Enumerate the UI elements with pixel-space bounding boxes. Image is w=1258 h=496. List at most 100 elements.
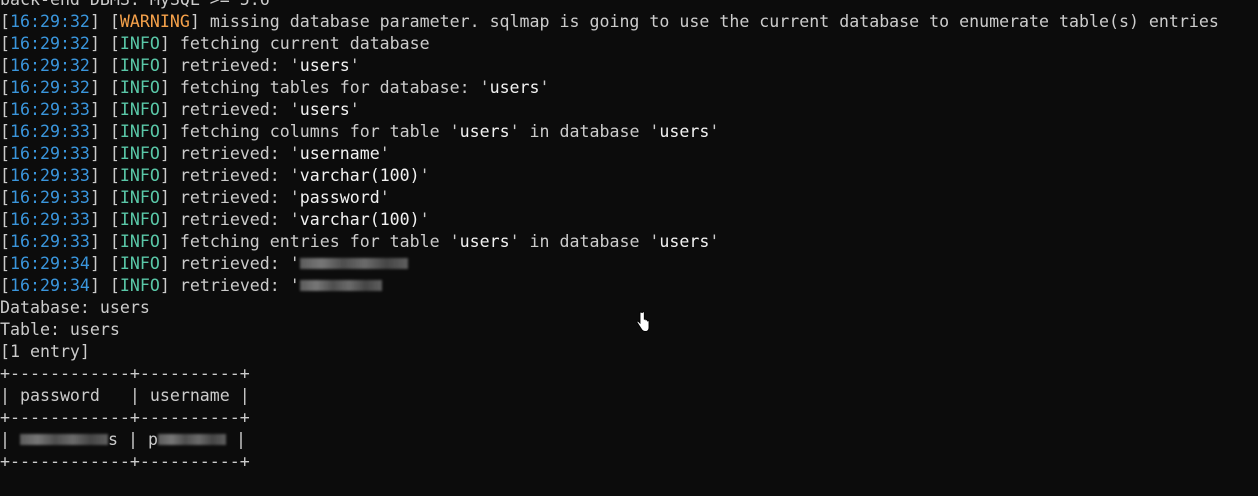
bracket: [ <box>0 276 10 295</box>
retrieved-value: users <box>659 232 710 251</box>
retrieved-value: users <box>659 122 710 141</box>
bracket: ] [ <box>89 12 120 31</box>
log-message: retrieved: ' <box>179 56 300 75</box>
timestamp: 16:29:32 <box>10 12 90 31</box>
log-message: ' <box>379 188 390 207</box>
log-line: [16:29:33] [INFO] retrieved: 'varchar(10… <box>0 209 1258 231</box>
log-message: retrieved: ' <box>179 188 300 207</box>
bracket: ] <box>159 34 180 53</box>
timestamp: 16:29:33 <box>10 100 90 119</box>
retrieved-value: password <box>299 188 380 207</box>
bracket: [ <box>0 100 10 119</box>
timestamp: 16:29:33 <box>10 232 90 251</box>
bracket: ] <box>189 12 210 31</box>
table-border: +------------+----------+ <box>0 408 250 427</box>
bracket: ] <box>159 56 180 75</box>
log-level-tag: INFO <box>119 100 160 119</box>
log-line: [16:29:33] [INFO] fetching entries for t… <box>0 231 1258 253</box>
bracket: [ <box>0 78 10 97</box>
timestamp: 16:29:33 <box>10 166 90 185</box>
bracket: ] <box>159 78 180 97</box>
log-level-tag: INFO <box>119 34 160 53</box>
log-message: fetching entries for table ' <box>179 232 460 251</box>
log-message: ' <box>349 100 360 119</box>
log-message: fetching tables for database: ' <box>179 78 490 97</box>
log-level-tag: INFO <box>119 188 160 207</box>
redacted-password <box>19 434 108 445</box>
timestamp: 16:29:32 <box>10 78 90 97</box>
log-message: retrieved: ' <box>179 100 300 119</box>
log-message: ' <box>349 56 360 75</box>
retrieved-value: varchar(100) <box>299 210 420 229</box>
log-message: missing database parameter. sqlmap is go… <box>209 12 1219 31</box>
log-line: [16:29:33] [INFO] fetching columns for t… <box>0 121 1258 143</box>
bracket: ] <box>159 276 180 295</box>
log-message: retrieved: ' <box>179 210 300 229</box>
bracket: [ <box>0 254 10 273</box>
database-label: Database: users <box>0 298 150 317</box>
terminal-window[interactable]: back-end DBMS: MySQL >= 5.6[16:29:32] [W… <box>0 0 1258 496</box>
bracket: ] [ <box>89 100 120 119</box>
table-data-row: | s | p | <box>0 429 1258 451</box>
table-header-row: | password | username | <box>0 386 250 405</box>
bracket: [ <box>0 34 10 53</box>
bracket: [ <box>0 122 10 141</box>
table-pipe: | <box>225 430 246 449</box>
log-line: [16:29:33] [INFO] retrieved: 'password' <box>0 187 1258 209</box>
log-line: [16:29:34] [INFO] retrieved: ' <box>0 253 1258 275</box>
log-message: ' <box>709 232 720 251</box>
retrieved-value: username <box>299 144 380 163</box>
log-line: [16:29:33] [INFO] retrieved: 'varchar(10… <box>0 165 1258 187</box>
bracket: ] [ <box>89 254 120 273</box>
bracket: ] <box>159 232 180 251</box>
password-cell-tail: s <box>107 430 118 449</box>
log-level-tag: INFO <box>119 56 160 75</box>
bracket: [ <box>0 210 10 229</box>
table-border: +------------+----------+ <box>0 452 250 471</box>
log-line: [16:29:32] [INFO] retrieved: 'users' <box>0 55 1258 77</box>
bracket: ] <box>159 166 180 185</box>
log-message: retrieved: ' <box>179 166 300 185</box>
bracket: [ <box>0 12 10 31</box>
retrieved-value: users <box>299 56 350 75</box>
bracket: [ <box>0 144 10 163</box>
retrieved-value: users <box>459 232 510 251</box>
redacted-value <box>299 258 408 269</box>
bracket: ] <box>159 254 180 273</box>
timestamp: 16:29:33 <box>10 210 90 229</box>
log-level-tag: WARNING <box>119 12 190 31</box>
log-message: ' <box>539 78 550 97</box>
bracket: ] <box>159 100 180 119</box>
timestamp: 16:29:32 <box>10 34 90 53</box>
log-level-tag: INFO <box>119 166 160 185</box>
log-message: ' <box>419 166 430 185</box>
table-pipe: | <box>117 430 148 449</box>
log-message: ' in database ' <box>509 232 660 251</box>
redacted-username <box>157 434 226 445</box>
timestamp: 16:29:34 <box>10 276 90 295</box>
log-level-tag: INFO <box>119 210 160 229</box>
log-level-tag: INFO <box>119 276 160 295</box>
retrieved-value: users <box>459 122 510 141</box>
bracket: [ <box>0 166 10 185</box>
timestamp: 16:29:33 <box>10 144 90 163</box>
log-line: [16:29:33] [INFO] retrieved: 'users' <box>0 99 1258 121</box>
log-level-tag: INFO <box>119 122 160 141</box>
retrieved-value: users <box>489 78 540 97</box>
username-cell-head: p <box>147 430 158 449</box>
bracket: ] [ <box>89 232 120 251</box>
timestamp: 16:29:34 <box>10 254 90 273</box>
log-level-tag: INFO <box>119 232 160 251</box>
bracket: [ <box>0 232 10 251</box>
table-label: Table: users <box>0 320 120 339</box>
log-line: [16:29:32] [WARNING] missing database pa… <box>0 11 1258 33</box>
bracket: ] [ <box>89 276 120 295</box>
bracket: [ <box>0 188 10 207</box>
timestamp: 16:29:33 <box>10 122 90 141</box>
bracket: ] [ <box>89 166 120 185</box>
timestamp: 16:29:32 <box>10 56 90 75</box>
entry-count: [1 entry] <box>0 342 90 361</box>
log-level-tag: INFO <box>119 78 160 97</box>
log-level-tag: INFO <box>119 144 160 163</box>
dbms-line: back-end DBMS: MySQL >= 5.6 <box>0 0 1258 11</box>
